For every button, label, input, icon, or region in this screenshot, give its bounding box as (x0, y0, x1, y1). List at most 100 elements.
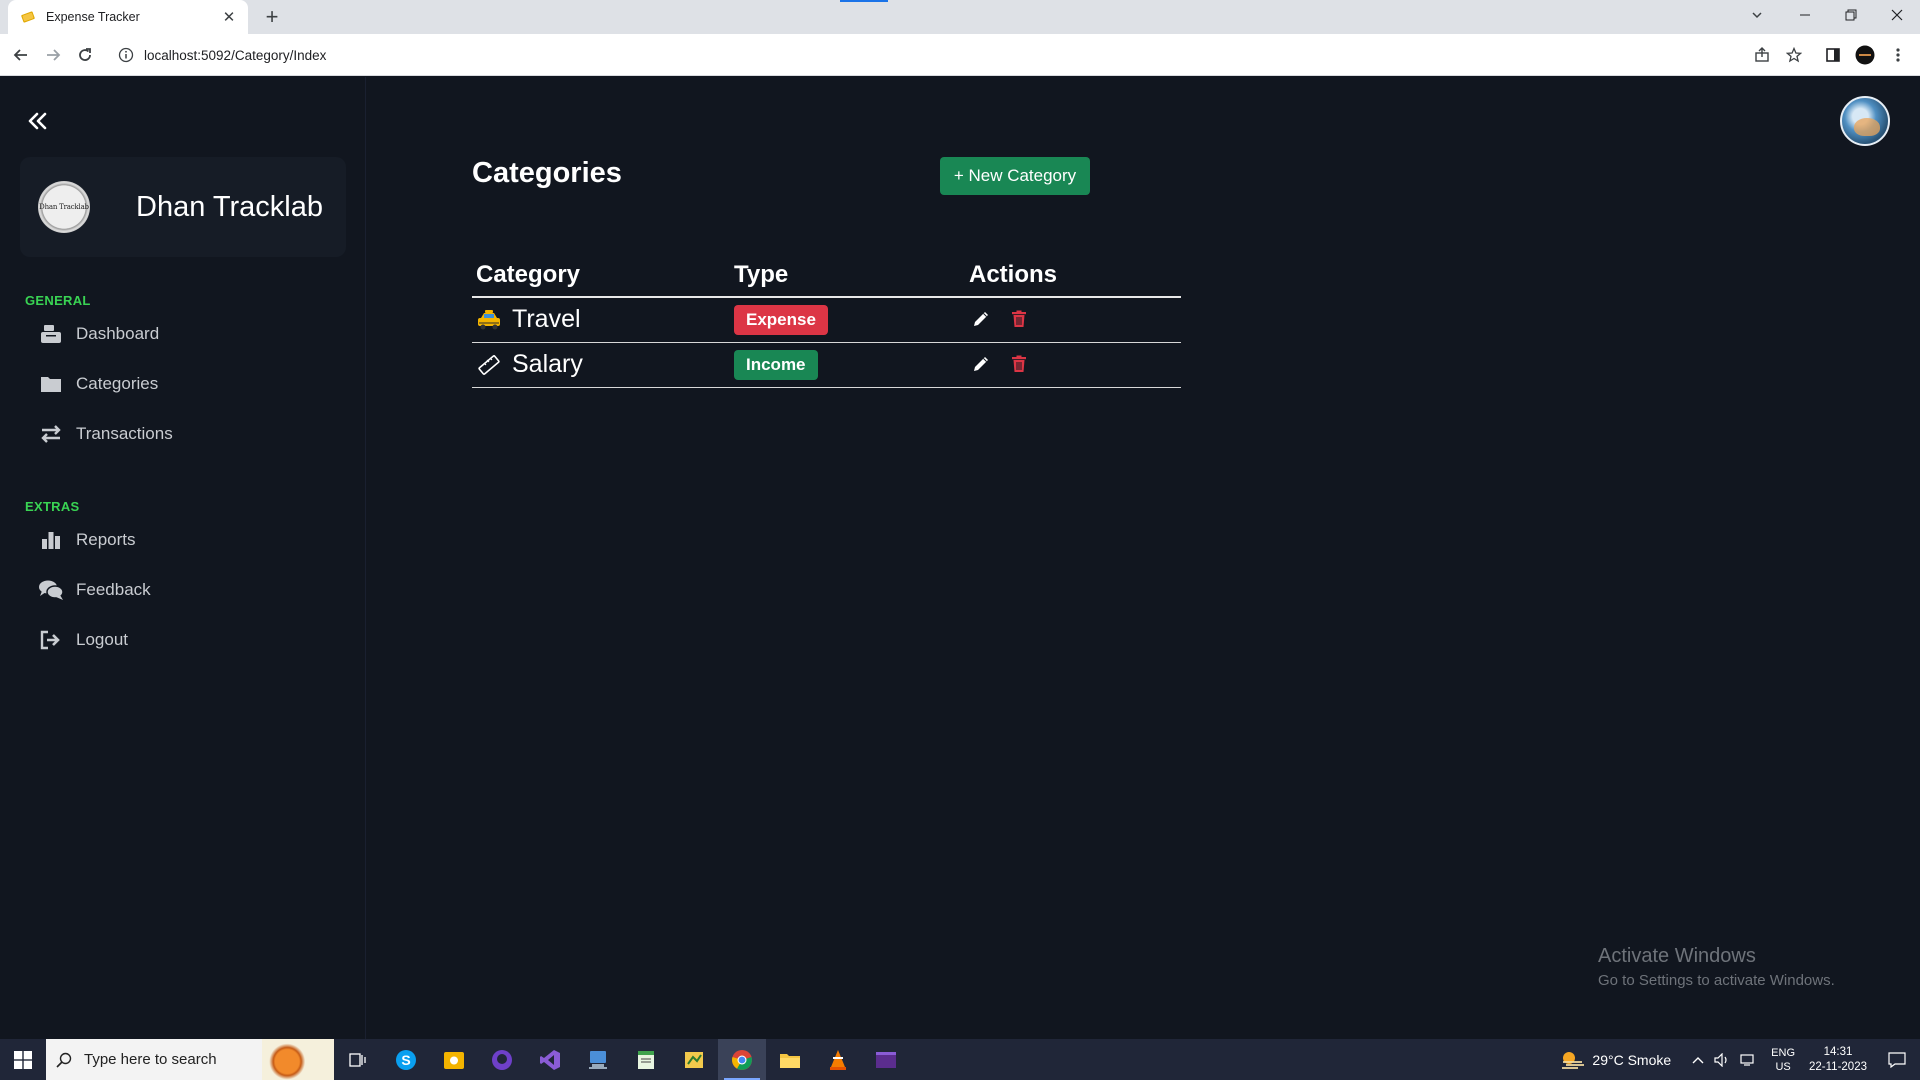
weather-text: 29°C Smoke (1592, 1051, 1672, 1068)
activate-windows-watermark: Activate Windows Go to Settings to activ… (1598, 945, 1835, 989)
clock-time: 14:31 (1823, 1045, 1853, 1058)
keyboard-region: US (1775, 1060, 1791, 1073)
restore-icon[interactable] (1828, 0, 1874, 30)
close-window-icon[interactable] (1874, 0, 1920, 30)
actions-cell (965, 342, 1181, 388)
money-favicon-icon (21, 11, 35, 23)
task-view-icon[interactable] (334, 1039, 382, 1080)
visual-studio-icon[interactable] (526, 1039, 574, 1080)
profile-icon[interactable] (1853, 43, 1877, 67)
sidebar-item-label: Feedback (76, 580, 151, 599)
categories-table: Category Type Actions Travel Expense Sal… (472, 254, 1181, 388)
minimize-icon[interactable] (1782, 0, 1828, 30)
photo-app-icon[interactable] (430, 1039, 478, 1080)
language-code: ENG (1771, 1046, 1796, 1059)
delete-trash-icon[interactable] (1007, 307, 1031, 331)
section-label-general: GENERAL (25, 293, 91, 308)
sidebar-item-logout[interactable]: Logout (38, 623, 338, 657)
terminal-icon[interactable] (862, 1039, 910, 1080)
browser-tab[interactable]: Expense Tracker ✕ (8, 0, 248, 34)
category-name-wrapper: Salary (476, 350, 730, 379)
sidebar-item-dashboard[interactable]: Dashboard (38, 317, 338, 351)
watermark-subtitle: Go to Settings to activate Windows. (1598, 972, 1835, 989)
brand-name: Dhan Tracklab (136, 190, 323, 223)
taskbar-search-input[interactable]: Type here to search (46, 1039, 334, 1080)
sidebar-item-label: Logout (76, 630, 128, 649)
browser-menu-icon[interactable] (1886, 43, 1910, 67)
smoke-weather-icon (1562, 1051, 1585, 1069)
sticky-tool-icon[interactable] (670, 1039, 718, 1080)
tab-title: Expense Tracker (46, 10, 140, 24)
category-cell: Salary (472, 342, 730, 388)
collapse-sidebar-icon[interactable] (26, 109, 50, 133)
bookmark-star-icon[interactable] (1782, 43, 1806, 67)
tab-close-icon[interactable]: ✕ (220, 8, 238, 26)
sidebar-item-label: Reports (76, 530, 136, 549)
system-tray: 29°C Smoke ENG US 14:31 22-11-2023 (1560, 1039, 1920, 1080)
tab-indicator (840, 0, 888, 2)
volume-icon[interactable] (1714, 1052, 1730, 1067)
notepad-icon[interactable] (622, 1039, 670, 1080)
skype-icon[interactable]: S (382, 1039, 430, 1080)
search-icon (56, 1052, 72, 1068)
svg-text:S: S (401, 1052, 410, 1068)
table-header-row: Category Type Actions (472, 254, 1181, 298)
type-cell: Expense (730, 297, 965, 343)
arrows-exchange-icon (38, 422, 64, 446)
system-clock[interactable]: 14:31 22-11-2023 (1809, 1045, 1867, 1075)
back-arrow-icon[interactable] (9, 43, 33, 67)
user-avatar[interactable] (1840, 96, 1890, 146)
sidebar-item-feedback[interactable]: Feedback (38, 573, 338, 607)
column-header-actions: Actions (965, 254, 1181, 298)
type-badge-income: Income (734, 349, 818, 380)
network-app-icon[interactable] (574, 1039, 622, 1080)
brand-logo: Dhan Tracklab (38, 181, 90, 233)
sidebar-item-reports[interactable]: Reports (38, 523, 338, 557)
windows-start-icon[interactable] (0, 1039, 46, 1080)
search-highlight-art (262, 1039, 334, 1080)
tray-chevron-up-icon[interactable] (1692, 1055, 1704, 1065)
sidebar: Dhan Tracklab Dhan Tracklab GENERAL Dash… (0, 77, 366, 1039)
weather-widget[interactable]: 29°C Smoke (1560, 1050, 1671, 1070)
category-cell: Travel (472, 297, 730, 343)
table-row: Salary Income (472, 342, 1181, 388)
chrome-icon[interactable] (718, 1039, 766, 1080)
sidebar-item-transactions[interactable]: Transactions (38, 417, 338, 451)
file-explorer-icon[interactable] (766, 1039, 814, 1080)
side-panel-icon[interactable] (1821, 43, 1845, 67)
new-tab-button[interactable]: + (258, 3, 286, 31)
type-badge-expense: Expense (734, 304, 828, 335)
edit-pencil-icon[interactable] (969, 307, 993, 331)
comments-icon (38, 578, 64, 602)
network-icon[interactable] (1740, 1053, 1756, 1067)
tab-search-chevron-icon[interactable] (1742, 0, 1772, 30)
app-viewport: Dhan Tracklab Dhan Tracklab GENERAL Dash… (0, 77, 1920, 1039)
edit-pencil-icon[interactable] (969, 352, 993, 376)
github-icon[interactable] (478, 1039, 526, 1080)
search-placeholder: Type here to search (84, 1051, 217, 1068)
browser-toolbar: localhost:5092/Category/Index (0, 34, 1920, 76)
sidebar-item-label: Dashboard (76, 324, 160, 343)
new-category-button[interactable]: + New Category (940, 157, 1090, 195)
bar-chart-icon (38, 528, 64, 552)
sidebar-item-label: Categories (76, 374, 159, 393)
notifications-icon[interactable] (1888, 1051, 1906, 1068)
language-indicator[interactable]: ENG US (1771, 1046, 1795, 1074)
type-cell: Income (730, 342, 965, 388)
column-header-type[interactable]: Type (730, 254, 965, 298)
address-bar[interactable]: localhost:5092/Category/Index (110, 39, 1770, 71)
table-row: Travel Expense (472, 297, 1181, 343)
window-controls (1782, 0, 1920, 30)
logo-text: Dhan Tracklab (39, 203, 89, 211)
site-info-icon[interactable] (118, 47, 134, 63)
sidebar-item-label: Transactions (76, 424, 173, 443)
delete-trash-icon[interactable] (1007, 352, 1031, 376)
share-icon[interactable] (1750, 43, 1774, 67)
cash-register-icon (38, 322, 64, 346)
forward-arrow-icon[interactable] (41, 43, 65, 67)
section-label-extras: EXTRAS (25, 499, 80, 514)
reload-icon[interactable] (73, 43, 97, 67)
sidebar-item-categories[interactable]: Categories (38, 367, 338, 401)
vlc-icon[interactable] (814, 1039, 862, 1080)
column-header-category[interactable]: Category (472, 254, 730, 298)
